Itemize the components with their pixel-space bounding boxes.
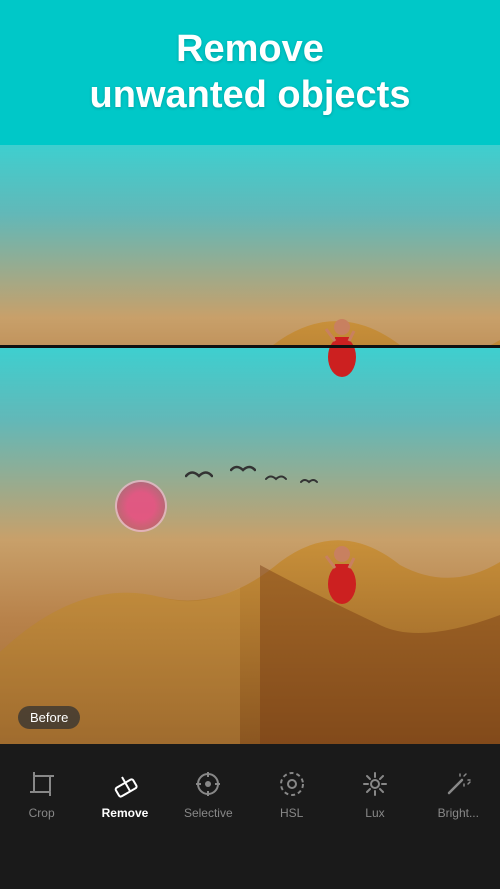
tool-hsl[interactable]: HSL — [257, 762, 327, 826]
brightness-icon — [442, 768, 474, 800]
hsl-icon — [276, 768, 308, 800]
tool-remove[interactable]: Remove — [90, 762, 160, 826]
toolbar: Crop Remove Selective — [0, 744, 500, 889]
tool-lux[interactable]: Lux — [340, 762, 410, 826]
crop-icon — [26, 768, 58, 800]
lux-label: Lux — [365, 806, 384, 820]
before-badge: Before — [18, 706, 80, 729]
header-title: Remove unwanted objects — [90, 27, 411, 118]
birds-container — [155, 463, 355, 513]
brush-circle — [115, 480, 167, 532]
tool-crop[interactable]: Crop — [7, 762, 77, 826]
person-figure-before — [322, 534, 362, 609]
selective-label: Selective — [184, 806, 233, 820]
bird-1 — [185, 468, 213, 484]
selective-icon — [192, 768, 224, 800]
lux-icon — [359, 768, 391, 800]
hsl-label: HSL — [280, 806, 303, 820]
header: Remove unwanted objects — [0, 0, 500, 145]
remove-label: Remove — [102, 806, 149, 820]
crop-label: Crop — [29, 806, 55, 820]
tool-selective[interactable]: Selective — [173, 762, 243, 826]
brightness-label: Bright... — [438, 806, 479, 820]
bird-2 — [230, 463, 256, 477]
bird-3 — [265, 473, 287, 485]
remove-icon — [109, 768, 141, 800]
tool-brightness[interactable]: Bright... — [423, 762, 493, 826]
bird-4 — [300, 477, 318, 487]
panel-separator — [0, 345, 500, 348]
before-panel: Before — [0, 348, 500, 747]
